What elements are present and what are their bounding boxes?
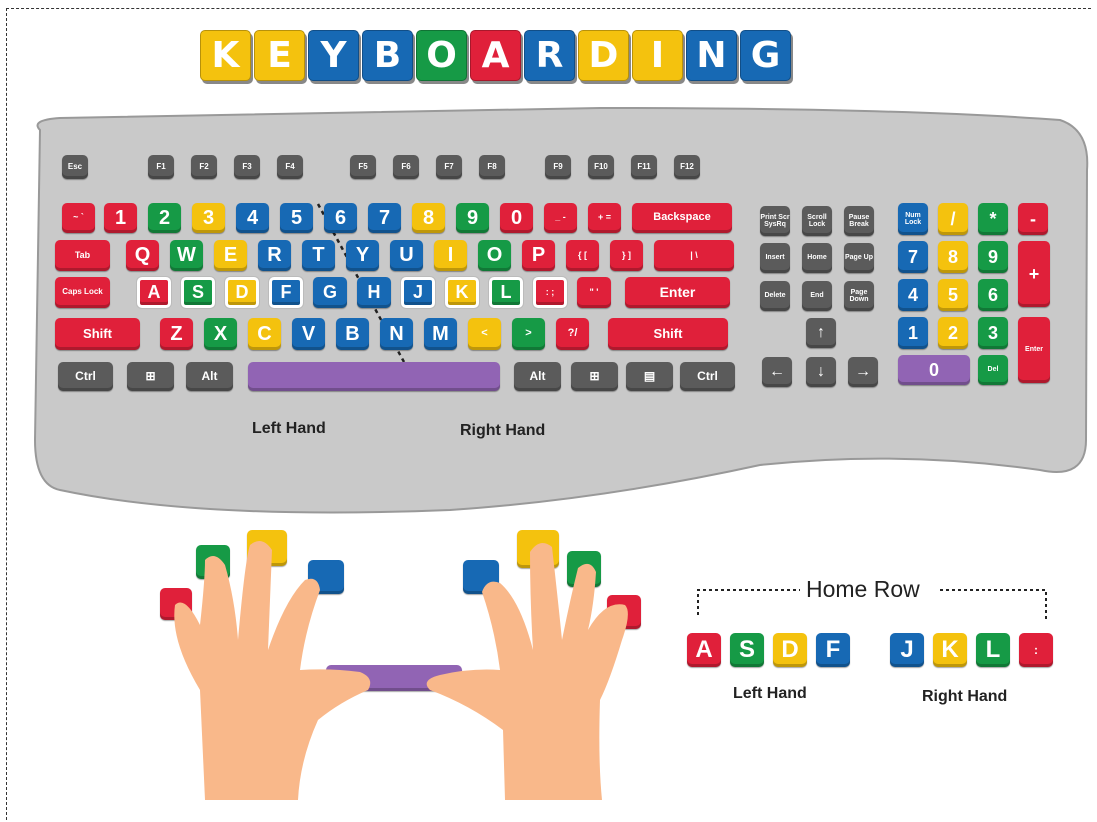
hands-overlay: [174, 541, 628, 800]
right-hand: [426, 543, 628, 800]
left-hand: [174, 541, 371, 800]
